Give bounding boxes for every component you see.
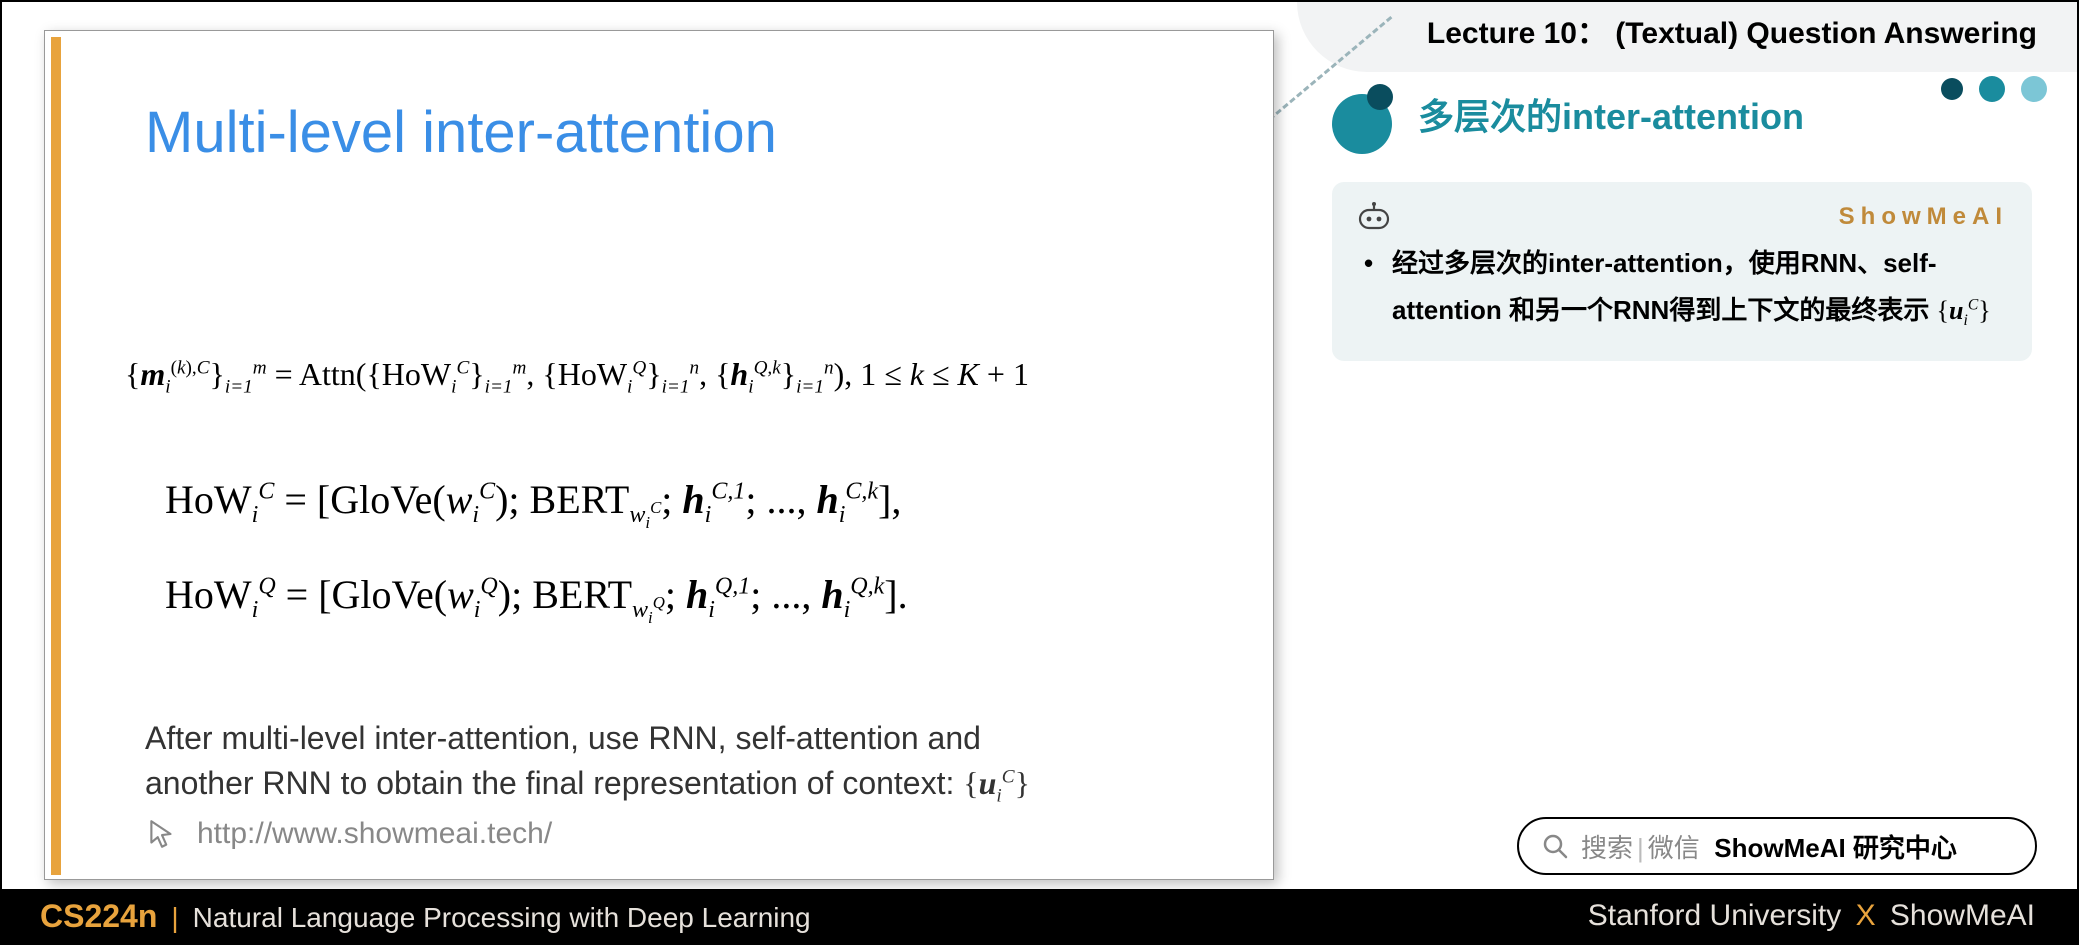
- search-icon: [1541, 832, 1569, 860]
- search-text: 搜索|微信 ShowMeAI 研究中心: [1581, 828, 1957, 865]
- footer-left: CS224n | Natural Language Processing wit…: [40, 898, 811, 935]
- course-name: Natural Language Processing with Deep Le…: [193, 902, 811, 934]
- cursor-icon: [145, 817, 179, 851]
- slide-description: After multi-level inter-attention, use R…: [145, 716, 1030, 810]
- note-bullet-math: {uiC}: [1937, 296, 1991, 325]
- footer-right-a: Stanford University: [1588, 899, 1841, 932]
- search-pill[interactable]: 搜索|微信 ShowMeAI 研究中心: [1517, 817, 2037, 875]
- slide-title: Multi-level inter-attention: [145, 99, 777, 166]
- search-label1: 搜索: [1581, 833, 1633, 863]
- slide-desc-line2: another RNN to obtain the final represen…: [145, 761, 1030, 810]
- footer-right-b: ShowMeAI: [1890, 899, 2035, 932]
- slide-card: Multi-level inter-attention {mi(k),C}i=1…: [44, 30, 1274, 880]
- section-title: 多层次的inter-attention: [1418, 88, 1804, 140]
- bubble-icon: [1332, 84, 1402, 144]
- section-heading: 多层次的inter-attention: [1332, 84, 1804, 144]
- equation-2: HoWiC = [GloVe(wiC); BERTwiC; hiC,1; ...…: [165, 476, 901, 533]
- footer-bar: CS224n | Natural Language Processing wit…: [2, 889, 2077, 943]
- equation-3: HoWiQ = [GloVe(wiQ); BERTwiQ; hiQ,1; ...…: [165, 571, 908, 628]
- lecture-label: Lecture 10： (Textual) Question Answering: [1427, 8, 2037, 52]
- note-bullet-text: 经过多层次的inter-attention，使用RNN、self-attenti…: [1392, 248, 1937, 325]
- note-bullet: 经过多层次的inter-attention，使用RNN、self-attenti…: [1364, 240, 2008, 335]
- slide-desc-line1: After multi-level inter-attention, use R…: [145, 716, 1030, 761]
- slide-link-row: http://www.showmeai.tech/: [145, 817, 552, 851]
- robot-icon: [1356, 202, 1392, 232]
- slide-accent-bar: [51, 37, 61, 875]
- slide-url: http://www.showmeai.tech/: [197, 817, 552, 851]
- course-code: CS224n: [40, 898, 157, 935]
- decorative-dots: [1941, 76, 2047, 102]
- brand-label: ShowMeAI: [1839, 203, 2008, 231]
- search-strong: ShowMeAI 研究中心: [1714, 833, 1957, 863]
- footer-right: Stanford University X ShowMeAI: [1588, 899, 2035, 933]
- course-sep: |: [171, 902, 178, 934]
- search-label2: 微信: [1648, 833, 1700, 863]
- footer-x: X: [1856, 899, 1876, 932]
- equation-1: {mi(k),C}i=1m = Attn({HoWiC}i=1m, {HoWiQ…: [125, 356, 1029, 398]
- note-box: ShowMeAI 经过多层次的inter-attention，使用RNN、sel…: [1332, 182, 2032, 361]
